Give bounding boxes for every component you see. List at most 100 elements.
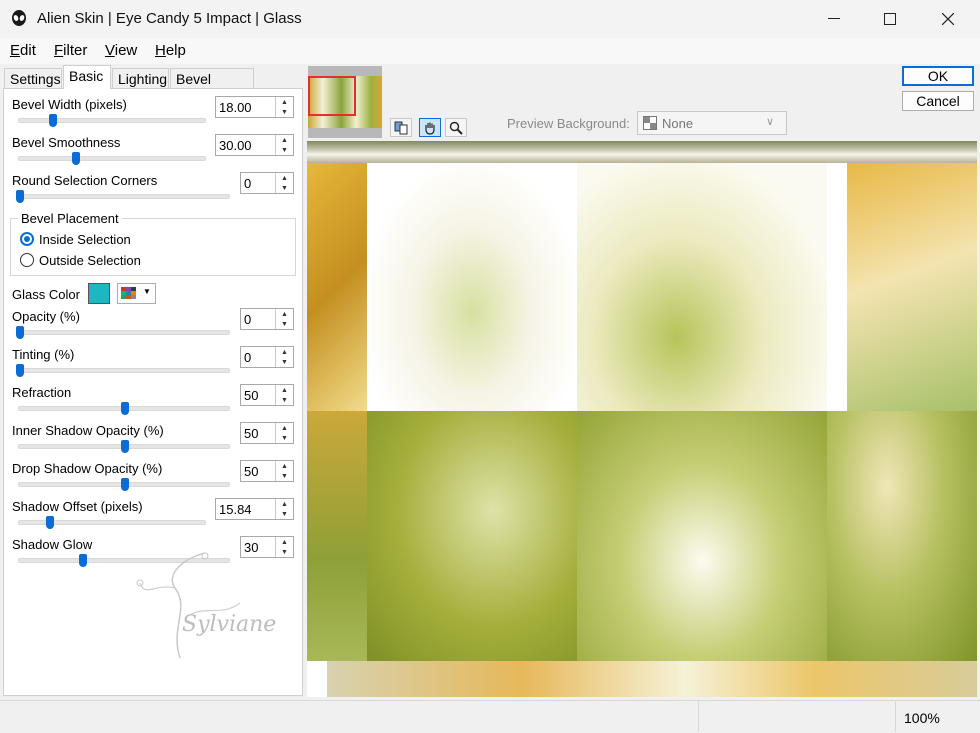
tab-settings[interactable]: Settings [4,68,62,88]
spin-down-icon[interactable]: ▼ [276,183,293,193]
shadow-offset-thumb[interactable] [45,516,54,529]
menu-label: dit [20,42,36,59]
inside-selection-label[interactable]: Inside Selection [39,232,131,247]
outside-selection-radio[interactable] [20,253,34,267]
shadow-glow-thumb[interactable] [79,554,87,567]
bevel-smoothness-stepper[interactable]: 30.00 ▲ ▼ [215,134,294,156]
round-corners-thumb[interactable] [16,190,24,203]
preview-tile [367,411,577,661]
close-button[interactable] [920,0,976,38]
round-corners-slider[interactable] [18,194,230,199]
compare-icon [394,121,408,134]
inner-shadow-stepper[interactable]: 50 ▲ ▼ [240,422,294,444]
menu-edit[interactable]: Edit [10,42,36,59]
glass-color-label: Glass Color [12,287,80,302]
preview-tile [847,163,977,411]
round-corners-value: 0 [244,176,252,191]
spin-down-icon[interactable]: ▼ [276,107,293,117]
tinting-thumb[interactable] [16,364,24,377]
spin-up-icon[interactable]: ▲ [276,499,293,509]
spin-down-icon[interactable]: ▼ [276,395,293,405]
ok-button[interactable]: OK [902,66,974,86]
spin-down-icon[interactable]: ▼ [276,433,293,443]
spin-down-icon[interactable]: ▼ [276,509,293,519]
compare-tool-button[interactable] [390,118,412,137]
shadow-glow-label: Shadow Glow [12,537,93,552]
menu-help[interactable]: Help [155,42,186,59]
spin-up-icon[interactable]: ▲ [276,461,293,471]
preview-background-value: None [662,116,694,131]
spin-up-icon[interactable]: ▲ [276,385,293,395]
spin-up-icon[interactable]: ▲ [276,347,293,357]
hand-icon [425,122,435,135]
tinting-slider[interactable] [18,368,230,373]
minimize-button[interactable] [806,0,862,38]
drop-shadow-thumb[interactable] [121,478,129,491]
spin-up-icon[interactable]: ▲ [276,135,293,145]
tab-bevel-profile[interactable]: Bevel Profile [170,68,254,107]
opacity-slider[interactable] [18,330,230,335]
navigator-thumbnail[interactable] [308,66,382,138]
shadow-offset-label: Shadow Offset (pixels) [12,499,143,514]
bevel-width-stepper[interactable]: 18.00 ▲ ▼ [215,96,294,118]
menu-bar: Edit Filter View Help [0,38,980,64]
inner-shadow-thumb[interactable] [121,440,129,453]
bevel-smoothness-thumb[interactable] [71,152,80,165]
menu-view[interactable]: View [105,42,137,59]
tab-basic[interactable]: Basic [63,65,111,89]
preview-canvas[interactable] [307,141,977,697]
color-picker-button[interactable]: ▼ [117,283,156,304]
spin-up-icon[interactable]: ▲ [276,537,293,547]
shadow-offset-stepper[interactable]: 15.84 ▲ ▼ [215,498,294,520]
round-corners-stepper[interactable]: 0 ▲ ▼ [240,172,294,194]
hand-tool-button[interactable] [419,118,441,137]
drop-shadow-stepper[interactable]: 50 ▲ ▼ [240,460,294,482]
bevel-smoothness-slider[interactable] [18,156,206,161]
preview-top-bevel [307,141,977,163]
tinting-stepper[interactable]: 0 ▲ ▼ [240,346,294,368]
menu-label: ilter [63,42,88,59]
inside-selection-radio[interactable] [20,232,34,246]
zoom-tool-button[interactable] [445,118,467,137]
drop-shadow-label: Drop Shadow Opacity (%) [12,461,163,476]
spin-down-icon[interactable]: ▼ [276,319,293,329]
preview-tile [577,163,827,411]
glass-color-swatch[interactable] [88,283,110,304]
opacity-thumb[interactable] [16,326,24,339]
preview-tile [827,163,847,411]
chevron-down-icon: ∨ [766,116,775,128]
refraction-thumb[interactable] [121,402,129,415]
menu-filter[interactable]: Filter [54,42,87,59]
outside-selection-label[interactable]: Outside Selection [39,253,141,268]
preview-tile [827,411,977,661]
spin-up-icon[interactable]: ▲ [276,173,293,183]
spin-down-icon[interactable]: ▼ [276,145,293,155]
tab-lighting[interactable]: Lighting [112,68,169,88]
spin-up-icon[interactable]: ▲ [276,309,293,319]
menu-accel: V [105,42,115,59]
bevel-smoothness-label: Bevel Smoothness [12,135,121,150]
shadow-offset-value: 15.84 [219,502,252,517]
bevel-width-slider[interactable] [18,118,206,123]
preview-background-select[interactable]: None ∨ [637,111,787,135]
opacity-label: Opacity (%) [12,309,80,324]
refraction-label: Refraction [12,385,72,400]
spin-down-icon[interactable]: ▼ [276,471,293,481]
spin-down-icon[interactable]: ▼ [276,357,293,367]
bevel-width-thumb[interactable] [49,114,58,127]
view-rectangle[interactable] [308,76,356,116]
close-icon [942,13,954,25]
watermark-text: Sylviane [182,612,277,637]
spin-up-icon[interactable]: ▲ [276,423,293,433]
opacity-value: 0 [244,312,252,327]
title-bar: Alien Skin | Eye Candy 5 Impact | Glass [0,0,980,38]
refraction-stepper[interactable]: 50 ▲ ▼ [240,384,294,406]
spin-up-icon[interactable]: ▲ [276,97,293,107]
alien-head-icon [12,10,26,26]
opacity-stepper[interactable]: 0 ▲ ▼ [240,308,294,330]
maximize-button[interactable] [862,0,918,38]
inner-shadow-label: Inner Shadow Opacity (%) [12,423,164,438]
cancel-button[interactable]: Cancel [902,91,974,111]
preview-tile [307,661,327,697]
drop-shadow-value: 50 [244,464,259,479]
